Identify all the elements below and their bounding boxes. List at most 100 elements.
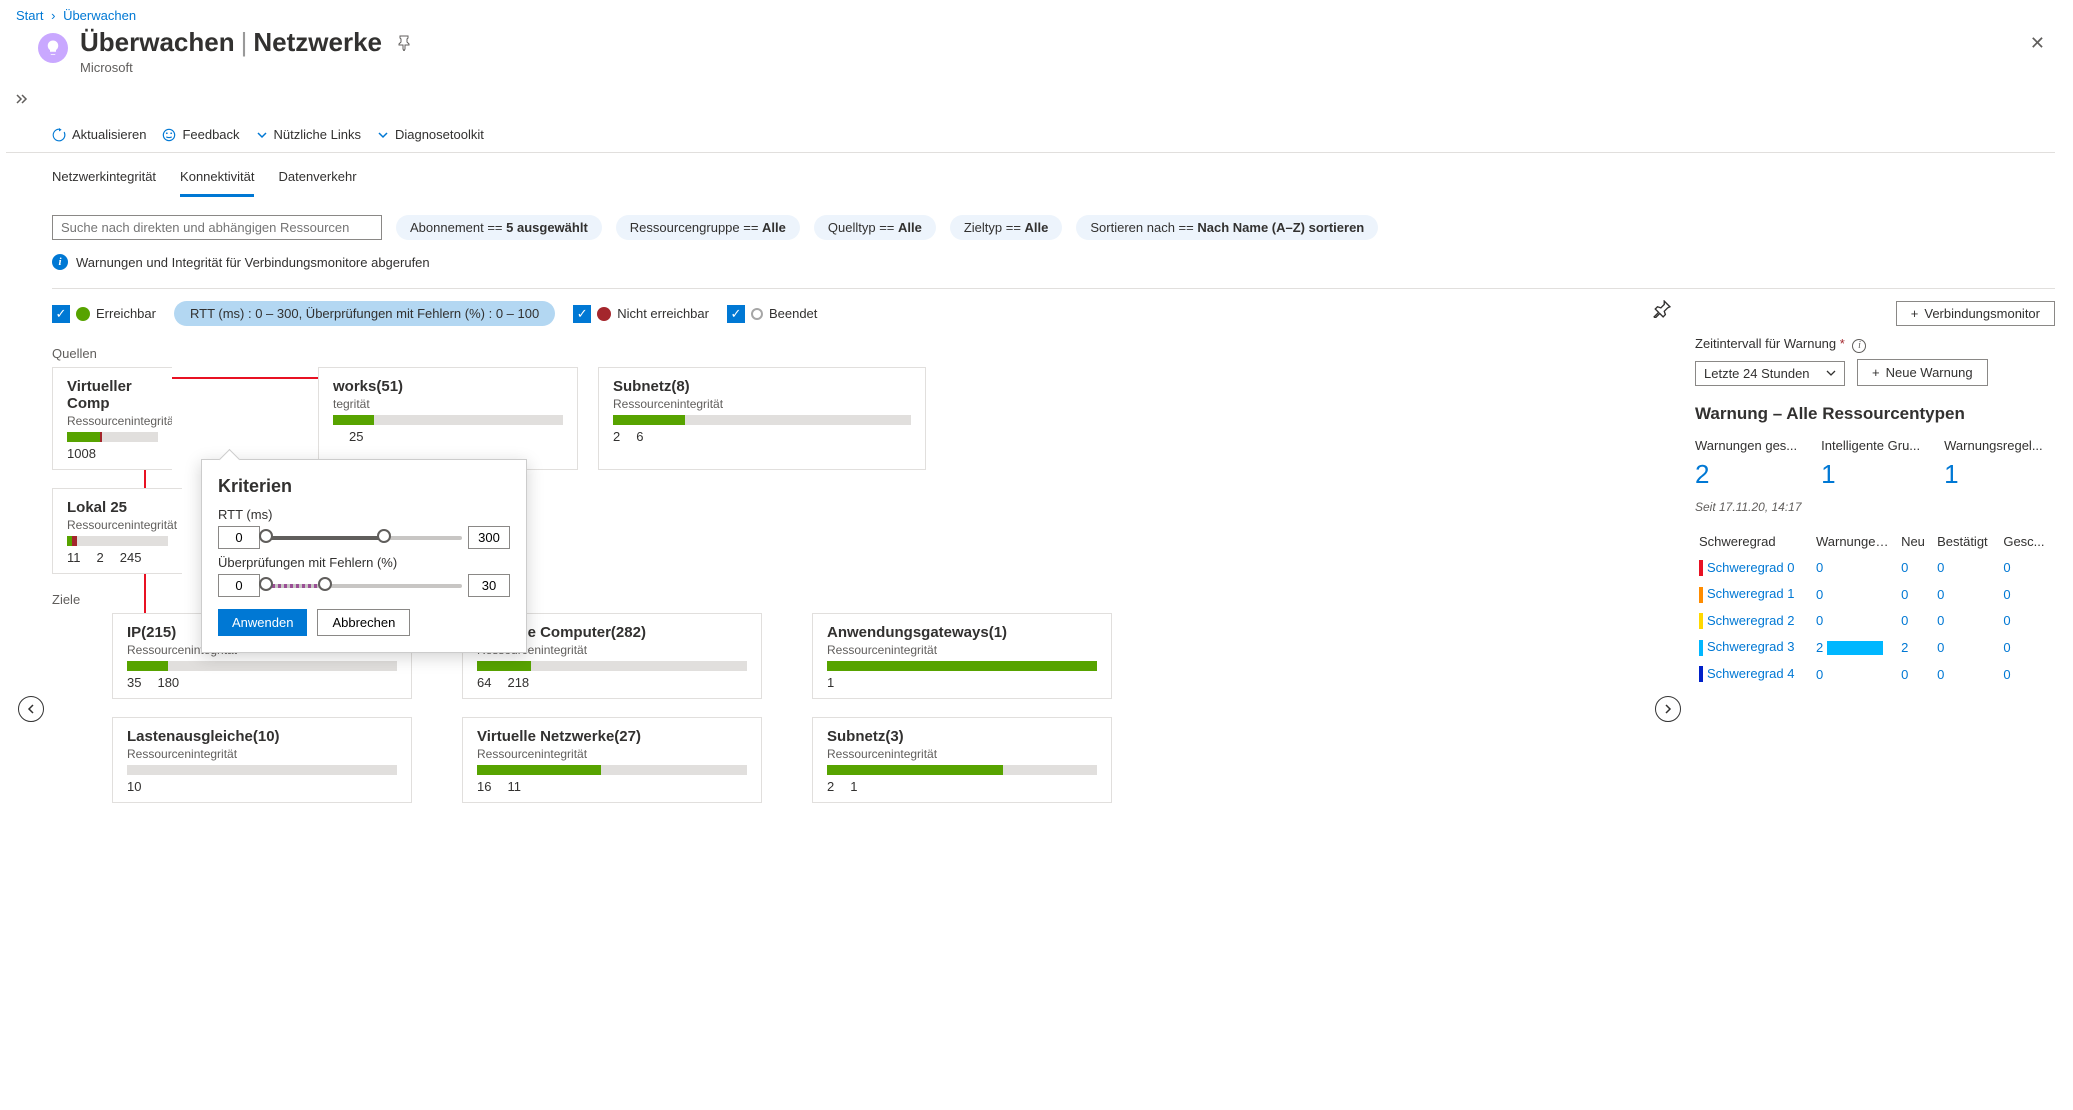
card-subtitle: tegrität	[333, 397, 563, 411]
bar-labels: 1	[827, 675, 1097, 690]
refresh-icon	[52, 128, 66, 142]
feedback-button[interactable]: Feedback	[162, 127, 239, 142]
dot-red-icon	[597, 307, 611, 321]
section-sources: Quellen	[52, 346, 1675, 361]
cancel-button[interactable]: Abbrechen	[317, 609, 410, 636]
close-icon[interactable]: ✕	[2020, 27, 2055, 60]
th-warnings: Warnungen...	[1812, 528, 1897, 555]
filter-row: Abonnement == 5 ausgewählt Ressourcengru…	[52, 215, 2055, 240]
filter-sort[interactable]: Sortieren nach == Nach Name (A–Z) sortie…	[1076, 215, 1378, 240]
bar-labels: 112245	[67, 550, 168, 565]
check-ended[interactable]: ✓ Beendet	[727, 305, 817, 323]
rtt-max-input[interactable]	[468, 526, 510, 549]
tab-health[interactable]: Netzwerkintegrität	[52, 163, 156, 197]
interval-label: Zeitintervall für Warnung * i	[1695, 336, 2055, 353]
val-total[interactable]: 2	[1695, 459, 1797, 490]
resource-card[interactable]: Subnetz(3)Ressourcenintegrität21	[812, 717, 1112, 803]
prev-page-button[interactable]	[18, 696, 44, 722]
health-bar	[333, 415, 563, 425]
sources-row-1: Virtueller CompRessourcenintegrität1008 w…	[52, 367, 1675, 470]
resource-card[interactable]: works(51) tegrität 25	[318, 367, 578, 470]
filter-resourcegroup[interactable]: Ressourcengruppe == Alle	[616, 215, 800, 240]
val-rules[interactable]: 1	[1944, 459, 2043, 490]
tabs: Netzwerkintegrität Konnektivität Datenve…	[52, 163, 2055, 197]
search-input[interactable]	[52, 215, 382, 240]
card-title: Virtueller Comp	[67, 378, 158, 412]
card-subtitle: Ressourcenintegrität	[827, 747, 1097, 761]
val-groups[interactable]: 1	[1821, 459, 1920, 490]
links-dropdown[interactable]: Nützliche Links	[256, 127, 361, 142]
breadcrumb: Start › Überwachen	[6, 6, 2055, 27]
resource-card[interactable]: Subnetz(8)Ressourcenintegrität26	[598, 367, 926, 470]
connection-monitor-button[interactable]: + Verbindungsmonitor	[1896, 301, 2055, 326]
dot-gray-icon	[751, 308, 763, 320]
resource-card[interactable]: Lokal 25 Ressourcenintegrität 112245	[52, 488, 182, 574]
bar-labels: 25	[333, 429, 563, 444]
severity-row[interactable]: Schweregrad 32200	[1695, 634, 2055, 661]
rtt-min-input[interactable]	[218, 526, 260, 549]
rp-title: Warnung – Alle Ressourcentypen	[1695, 404, 2055, 424]
col-groups: Intelligente Gru...	[1821, 438, 1920, 453]
bar-labels: 26	[613, 429, 911, 444]
toolbar: Aktualisieren Feedback Nützliche Links D…	[6, 117, 2055, 153]
expand-sidebar-icon[interactable]	[14, 81, 30, 117]
criteria-popover: Kriterien RTT (ms) Überprüfungen mit Feh…	[201, 459, 527, 653]
rtt-slider[interactable]	[266, 536, 462, 540]
filter-subscription[interactable]: Abonnement == 5 ausgewählt	[396, 215, 602, 240]
resource-card[interactable]: Virtueller CompRessourcenintegrität1008	[52, 367, 172, 470]
checks-slider[interactable]	[266, 584, 462, 588]
card-title: Lokal 25	[67, 499, 168, 516]
severity-row[interactable]: Schweregrad 00000	[1695, 555, 2055, 582]
card-subtitle: Ressourcenintegrität	[67, 518, 168, 532]
th-closed: Gesc...	[1999, 528, 2055, 555]
severity-row[interactable]: Schweregrad 20000	[1695, 608, 2055, 635]
subtitle: Microsoft	[80, 60, 2020, 75]
check-unreachable[interactable]: ✓ Nicht erreichbar	[573, 305, 709, 323]
bar-labels: 64218	[477, 675, 747, 690]
health-bar	[477, 765, 747, 775]
filter-sourcetype[interactable]: Quelltyp == Alle	[814, 215, 936, 240]
next-page-button[interactable]	[1655, 696, 1681, 722]
col-rules: Warnungsregel...	[1944, 438, 2043, 453]
card-subtitle: Ressourcenintegrität	[477, 747, 747, 761]
resource-card[interactable]: Anwendungsgateways(1) Ressourcenintegritä…	[812, 613, 1112, 699]
col-total: Warnungen ges...	[1695, 438, 1797, 453]
resource-card[interactable]: Virtuelle Netzwerke(27) Ressourcenintegri…	[462, 717, 762, 803]
health-bar	[127, 765, 397, 775]
rtt-criteria-pill[interactable]: RTT (ms) : 0 – 300, Überprüfungen mit Fe…	[174, 301, 555, 326]
diagnostics-dropdown[interactable]: Diagnosetoolkit	[377, 127, 484, 142]
bar-labels: 21	[827, 779, 1097, 794]
tab-connectivity[interactable]: Konnektivität	[180, 163, 254, 197]
card-title: Virtuelle Netzwerke(27)	[477, 728, 747, 745]
breadcrumb-start[interactable]: Start	[16, 8, 43, 23]
health-bar	[67, 432, 158, 442]
chevron-down-icon	[377, 129, 389, 141]
card-subtitle: Ressourcenintegrität	[827, 643, 1097, 657]
th-severity: Schweregrad	[1695, 528, 1812, 555]
bar-labels: 1008	[67, 446, 158, 461]
filter-desttype[interactable]: Zieltyp == Alle	[950, 215, 1063, 240]
pin-icon[interactable]	[1653, 300, 1671, 318]
bar-labels: 10	[127, 779, 397, 794]
severity-row[interactable]: Schweregrad 10000	[1695, 581, 2055, 608]
check-reachable[interactable]: ✓ Erreichbar	[52, 305, 156, 323]
resource-card[interactable]: Lastenausgleiche(10)Ressourcenintegrität…	[112, 717, 412, 803]
info-icon[interactable]: i	[1852, 339, 1866, 353]
interval-select[interactable]: Letzte 24 Stunden	[1695, 361, 1845, 386]
checkbox-ended[interactable]: ✓	[727, 305, 745, 323]
refresh-button[interactable]: Aktualisieren	[52, 127, 146, 142]
new-warning-button[interactable]: + Neue Warnung	[1857, 359, 1988, 386]
card-title: works(51)	[333, 378, 567, 395]
severity-row[interactable]: Schweregrad 40000	[1695, 661, 2055, 688]
checkbox-reachable[interactable]: ✓	[52, 305, 70, 323]
breadcrumb-monitor[interactable]: Überwachen	[63, 8, 136, 23]
page-title: Überwachen | Netzwerke	[80, 27, 2020, 58]
chk-max-input[interactable]	[468, 574, 510, 597]
tab-traffic[interactable]: Datenverkehr	[278, 163, 356, 197]
checkbox-unreachable[interactable]: ✓	[573, 305, 591, 323]
apply-button[interactable]: Anwenden	[218, 609, 307, 636]
card-title: Anwendungsgateways(1)	[827, 624, 1097, 641]
pin-icon[interactable]	[396, 35, 412, 51]
card-subtitle: Ressourcenintegrität	[127, 747, 397, 761]
chk-min-input[interactable]	[218, 574, 260, 597]
